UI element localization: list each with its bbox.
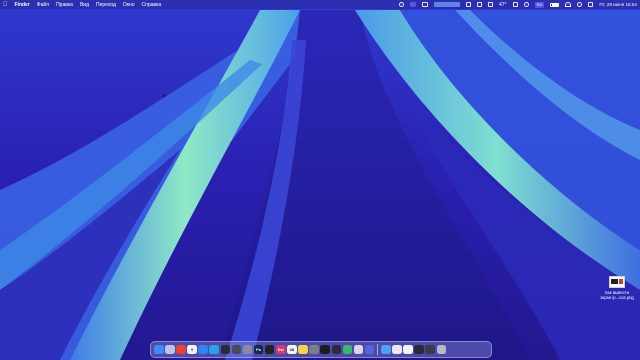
download-icon[interactable] xyxy=(466,2,471,7)
apple-menu-icon[interactable]:  xyxy=(3,2,8,8)
trash-icon[interactable] xyxy=(436,344,447,355)
menu-go[interactable]: Переход xyxy=(96,2,116,8)
menu-view[interactable]: Вид xyxy=(80,2,89,8)
desktop-file-label-line2: экран ip...cos.png xyxy=(600,295,634,300)
menu-bar:  Finder Файл Правка Вид Переход Окно Сп… xyxy=(0,0,640,9)
dock: Y Ps Dw 28 xyxy=(150,341,492,358)
finder-icon[interactable] xyxy=(154,344,164,355)
photoshop-icon[interactable]: Ps xyxy=(253,344,264,355)
dreamweaver-glyph: Dw xyxy=(277,347,284,352)
desktop[interactable]:  Finder Файл Правка Вид Переход Окно Сп… xyxy=(0,0,640,360)
phone-icon[interactable] xyxy=(331,344,341,355)
app-icon[interactable] xyxy=(364,344,375,355)
notes-icon[interactable] xyxy=(298,344,308,355)
menu-clock[interactable]: Пт, 28 июня 16:54 xyxy=(599,2,637,7)
keyboard-layout-indicator[interactable]: RU xyxy=(534,1,545,8)
screenshot-tool-icon[interactable] xyxy=(410,2,416,7)
menu-edit[interactable]: Правка xyxy=(56,2,73,8)
photos-icon[interactable] xyxy=(353,344,364,355)
battery-icon[interactable] xyxy=(550,2,560,7)
dock-separator xyxy=(377,344,378,355)
obs-icon[interactable] xyxy=(220,344,231,355)
wifi-icon[interactable] xyxy=(565,2,572,7)
window-thumbnail-icon[interactable] xyxy=(392,344,402,355)
safari-icon[interactable] xyxy=(198,344,208,355)
gear-icon[interactable] xyxy=(242,344,253,355)
cloud-sync-icon[interactable] xyxy=(422,2,428,7)
temperature-readout[interactable]: 47° xyxy=(499,2,507,8)
yandex-browser-icon[interactable]: Y xyxy=(187,344,197,355)
calendar-glyph: 28 xyxy=(289,347,295,352)
network-speed-widget[interactable] xyxy=(434,2,460,7)
desktop-file-icon[interactable]: Как вывести экран ip...cos.png xyxy=(598,276,636,300)
chrome-icon[interactable] xyxy=(176,344,186,355)
image-thumbnail-icon[interactable] xyxy=(414,344,424,355)
telegram-icon[interactable] xyxy=(209,344,219,355)
menu-help[interactable]: Справка xyxy=(142,2,162,8)
screenshot-thumbnail-icon[interactable] xyxy=(425,344,435,355)
folder-icon[interactable] xyxy=(381,344,391,355)
yandex-browser-glyph: Y xyxy=(190,347,194,352)
figma-icon[interactable] xyxy=(264,344,275,355)
menu-window[interactable]: Окно xyxy=(123,2,135,8)
control-center-icon[interactable] xyxy=(588,2,594,7)
monitor-icon[interactable] xyxy=(477,2,482,7)
vpn-icon[interactable] xyxy=(342,344,353,355)
menu-file[interactable]: Файл xyxy=(37,2,49,8)
terminal-icon[interactable] xyxy=(320,344,330,355)
shield-icon[interactable] xyxy=(523,2,529,7)
launchpad-icon[interactable] xyxy=(165,344,175,355)
dreamweaver-icon[interactable]: Dw xyxy=(276,344,286,355)
image-file-thumbnail xyxy=(609,276,625,288)
search-icon[interactable] xyxy=(577,2,583,7)
wallpaper xyxy=(0,0,640,360)
menu-app-name[interactable]: Finder xyxy=(15,2,30,8)
screen-recording-icon[interactable] xyxy=(399,2,404,7)
document-icon[interactable] xyxy=(403,344,413,355)
screenshot-icon[interactable] xyxy=(231,344,242,355)
calendar-icon[interactable]: 28 xyxy=(287,344,297,355)
photoshop-glyph: Ps xyxy=(256,347,262,352)
calendar-menu-icon[interactable] xyxy=(512,2,518,7)
play-icon[interactable] xyxy=(488,2,493,7)
system-settings-icon[interactable] xyxy=(309,344,319,355)
